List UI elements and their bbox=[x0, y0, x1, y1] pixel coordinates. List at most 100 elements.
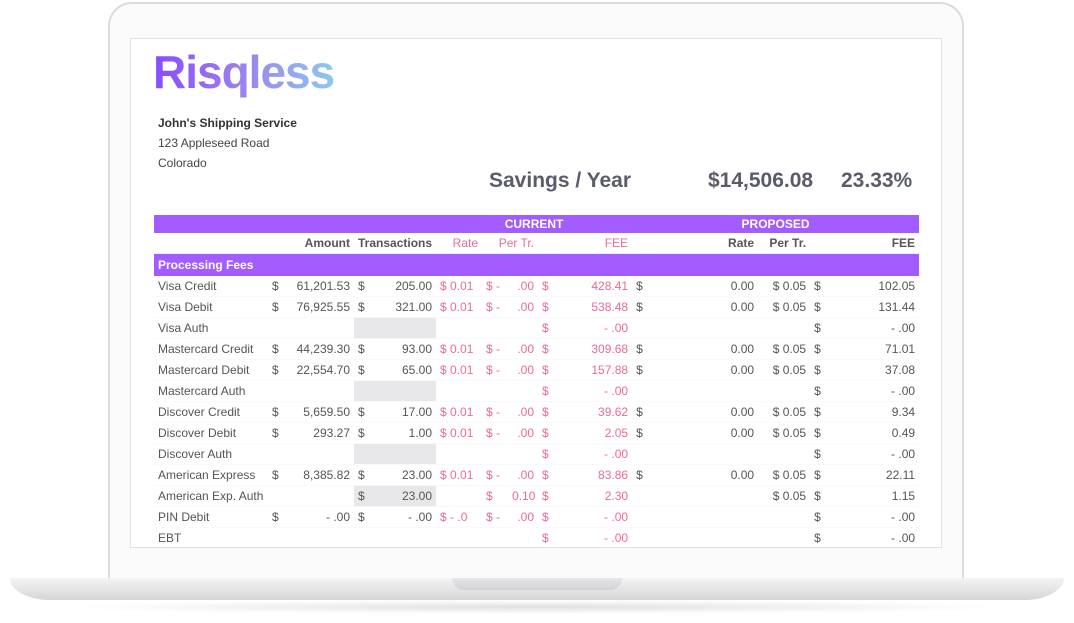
address-line-1: 123 Appleseed Road bbox=[158, 136, 270, 150]
current-per-tr-value bbox=[508, 527, 539, 547]
current-fee-value: - .00 bbox=[552, 506, 633, 528]
transactions-value bbox=[368, 443, 437, 465]
current-per-tr-value: .00 bbox=[508, 359, 539, 381]
proposed-fee-value: - .00 bbox=[826, 506, 920, 528]
transactions-dollar bbox=[354, 317, 368, 339]
current-fee-dollar: $ bbox=[538, 401, 553, 423]
amount-dollar: $ bbox=[268, 276, 284, 297]
transactions-dollar: $ bbox=[354, 506, 368, 528]
current-fee-value: 2.30 bbox=[552, 485, 633, 507]
current-rate bbox=[436, 317, 483, 339]
current-per-tr-dollar: $ - bbox=[482, 464, 509, 486]
transactions-dollar: $ bbox=[354, 276, 368, 297]
proposed-fee-dollar: $ bbox=[810, 485, 827, 507]
laptop-screen: Risqless John's Shipping Service 123 App… bbox=[130, 38, 942, 548]
row-label: Discover Debit bbox=[154, 422, 268, 444]
header-amount: Amount bbox=[268, 233, 354, 254]
header-transactions: Transactions bbox=[354, 233, 437, 254]
proposed-rate bbox=[648, 485, 759, 507]
current-per-tr-dollar bbox=[482, 443, 509, 465]
current-fee-value: 538.48 bbox=[552, 296, 633, 318]
transactions-value: 17.00 bbox=[368, 401, 437, 423]
proposed-dollar: $ bbox=[632, 276, 649, 297]
proposed-per-tr: $ 0.05 bbox=[758, 359, 811, 381]
current-fee-value: - .00 bbox=[552, 317, 633, 339]
current-per-tr-value: .00 bbox=[508, 276, 539, 297]
proposed-per-tr: $ 0.05 bbox=[758, 296, 811, 318]
row-label: Mastercard Auth bbox=[154, 380, 268, 402]
address-line-2: Colorado bbox=[158, 156, 207, 170]
proposed-fee-dollar: $ bbox=[810, 380, 827, 402]
current-per-tr-dollar: $ - bbox=[482, 401, 509, 423]
table-row: Discover Credit $5,659.50 $17.00 $ 0.01 $ -.… bbox=[154, 401, 920, 423]
proposed-fee-value: 0.49 bbox=[826, 422, 920, 444]
proposed-fee-value: 131.44 bbox=[826, 296, 920, 318]
amount-dollar bbox=[268, 485, 284, 507]
transactions-value: 1.00 bbox=[368, 422, 437, 444]
proposed-per-tr bbox=[758, 380, 811, 402]
current-fee-dollar: $ bbox=[538, 506, 553, 528]
proposed-rate bbox=[648, 506, 759, 528]
transactions-dollar: $ bbox=[354, 401, 368, 423]
transactions-value: 93.00 bbox=[368, 338, 437, 360]
current-per-tr-value: 0.10 bbox=[508, 485, 539, 507]
row-label: American Express bbox=[154, 464, 268, 486]
proposed-fee-value: 22.11 bbox=[826, 464, 920, 486]
proposed-rate: 0.00 bbox=[648, 422, 759, 444]
amount-value bbox=[284, 443, 354, 465]
proposed-fee-dollar: $ bbox=[810, 338, 827, 360]
amount-value: 61,201.53 bbox=[284, 276, 354, 297]
amount-dollar bbox=[268, 317, 284, 339]
current-rate bbox=[436, 485, 483, 507]
proposed-fee-dollar: $ bbox=[810, 506, 827, 528]
current-fee-value: 428.41 bbox=[552, 276, 633, 297]
transactions-value bbox=[368, 527, 437, 547]
proposed-dollar bbox=[632, 485, 649, 507]
table-banner: CURRENT PROPOSED bbox=[154, 215, 920, 233]
proposed-fee-value: - .00 bbox=[826, 443, 920, 465]
amount-dollar bbox=[268, 380, 284, 402]
current-per-tr-value: .00 bbox=[508, 401, 539, 423]
current-rate: $ 0.01 bbox=[436, 296, 483, 318]
proposed-fee-dollar: $ bbox=[810, 296, 827, 318]
current-per-tr-value: .00 bbox=[508, 464, 539, 486]
proposed-rate bbox=[648, 443, 759, 465]
proposed-per-tr: $ 0.05 bbox=[758, 276, 811, 297]
current-per-tr-value bbox=[508, 317, 539, 339]
header-per-tr: Per Tr. bbox=[482, 233, 539, 254]
amount-value: 293.27 bbox=[284, 422, 354, 444]
proposed-fee-value: 102.05 bbox=[826, 276, 920, 297]
amount-dollar: $ bbox=[268, 422, 284, 444]
current-per-tr-value bbox=[508, 380, 539, 402]
banner-proposed: PROPOSED bbox=[632, 215, 920, 233]
savings-percent: 23.33% bbox=[841, 169, 913, 192]
transactions-dollar: $ bbox=[354, 296, 368, 318]
amount-value bbox=[284, 317, 354, 339]
amount-value: - .00 bbox=[284, 506, 354, 528]
current-per-tr-dollar bbox=[482, 380, 509, 402]
transactions-value: 205.00 bbox=[368, 276, 437, 297]
proposed-fee-dollar: $ bbox=[810, 359, 827, 381]
amount-dollar: $ bbox=[268, 359, 284, 381]
proposed-fee-dollar: $ bbox=[810, 317, 827, 339]
customer-address: John's Shipping Service 123 Appleseed Ro… bbox=[158, 113, 297, 173]
table-row: Visa Credit $61,201.53 $205.00 $ 0.01 $ - .00… bbox=[154, 276, 920, 297]
proposed-fee-dollar: $ bbox=[810, 443, 827, 465]
current-per-tr-value: .00 bbox=[508, 296, 539, 318]
section-processing-fees: Processing Fees bbox=[154, 253, 920, 276]
amount-value: 76,925.55 bbox=[284, 296, 354, 318]
proposed-dollar: $ bbox=[632, 422, 649, 444]
current-fee-dollar: $ bbox=[538, 527, 553, 547]
current-fee-dollar: $ bbox=[538, 338, 553, 360]
banner-current: CURRENT bbox=[436, 215, 633, 233]
amount-value: 8,385.82 bbox=[284, 464, 354, 486]
current-fee-value: - .00 bbox=[552, 527, 633, 547]
current-fee-value: 83.86 bbox=[552, 464, 633, 486]
transactions-dollar: $ bbox=[354, 359, 368, 381]
current-fee-dollar: $ bbox=[538, 317, 553, 339]
table-row: Visa Auth $ - .00 $ - .00 bbox=[154, 317, 920, 339]
current-fee-value: 2.05 bbox=[552, 422, 633, 444]
row-label: Mastercard Debit bbox=[154, 359, 268, 381]
row-label: American Exp. Auth bbox=[154, 485, 268, 507]
current-rate: $ 0.01 bbox=[436, 422, 483, 444]
